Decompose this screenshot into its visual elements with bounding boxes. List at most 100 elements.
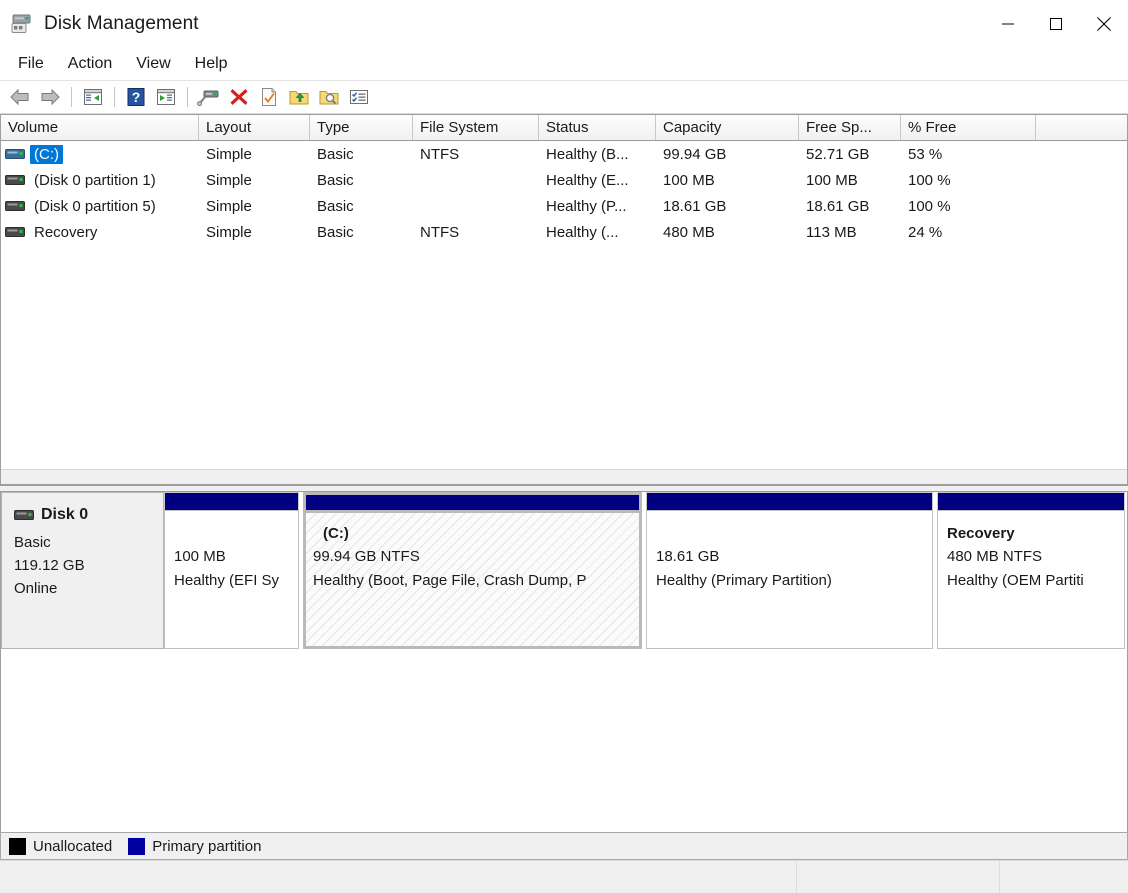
partition-name-spacer [174,522,289,545]
column-header-volume[interactable]: Volume [1,115,199,140]
table-row[interactable]: (Disk 0 partition 1) Simple Basic Healthy (… [1,167,1127,193]
column-header-file-system[interactable]: File System [413,115,539,140]
rescan-disks-icon[interactable] [195,83,223,111]
disk-management-window: Disk Management File Action View Help ? … [0,0,1128,893]
drive-icon [5,200,25,213]
partition-name-spacer [656,522,923,545]
back-icon[interactable] [6,83,34,111]
toolbar-separator-3 [187,87,188,107]
disk-title: Disk 0 [14,503,151,528]
partition-size: 480 MB NTFS [947,548,1043,566]
partition-size: 99.94 GB NTFS [313,548,420,566]
cell-type: Basic [317,171,354,189]
window-controls [984,0,1128,48]
checklist-icon[interactable] [345,83,373,111]
cell-percent-free: 100 % [908,197,951,215]
help-icon[interactable]: ? [122,83,150,111]
volume-list-header: Volume Layout Type File System Status Capacit… [1,115,1127,141]
partition-details: (C:) 99.94 GB NTFS Healthy (Boot, Page Fil… [303,510,642,649]
delete-icon[interactable] [225,83,253,111]
minimize-button[interactable] [984,0,1032,48]
partition-block[interactable]: Recovery 480 MB NTFS Healthy (OEM Partiti [937,492,1125,649]
cell-type: Basic [317,223,354,241]
volume-list-hscrollbar[interactable] [1,469,1127,484]
disk-drive-icon [10,12,34,36]
menu-item-file[interactable]: File [6,52,56,76]
column-header-free-sp[interactable]: Free Sp... [799,115,901,140]
legend-item: Primary partition [128,837,262,855]
legend-label: Primary partition [152,837,262,855]
disk-type: Basic [14,533,51,551]
partition-size: 18.61 GB [656,548,720,566]
search-folder-icon[interactable] [315,83,343,111]
svg-text:?: ? [132,89,141,105]
partition-details: 18.61 GB Healthy (Primary Partition) [646,510,933,649]
properties-icon[interactable] [255,83,283,111]
cell-volume: (Disk 0 partition 1) [1,171,199,190]
partition-block[interactable]: 100 MB Healthy (EFI Sy [164,492,299,649]
cell-percent-free: 53 % [908,145,943,163]
cell-percent-free: 100 % [908,171,951,189]
close-button[interactable] [1080,0,1128,48]
menu-item-help[interactable]: Help [183,52,240,76]
cell-layout: Simple [206,145,252,163]
volume-list-pane: Volume Layout Type File System Status Capacit… [0,114,1128,485]
partition-block[interactable]: (C:) 99.94 GB NTFS Healthy (Boot, Page Fil… [303,492,642,649]
maximize-button[interactable] [1032,0,1080,48]
column-header-capacity[interactable]: Capacity [656,115,799,140]
column-header-free[interactable]: % Free [901,115,1036,140]
column-header-status[interactable]: Status [539,115,656,140]
volume-label: (Disk 0 partition 5) [34,197,156,215]
disk-icon [14,509,34,522]
graphic-view-pane: Disk 0 Basic 119.12 GB Online 100 MB Heal… [0,492,1128,832]
table-row[interactable]: (C:) Simple Basic NTFS Healthy (B... 99.94 GB… [1,141,1127,167]
table-row[interactable]: (Disk 0 partition 5) Simple Basic Healthy (… [1,193,1127,219]
volume-label: (C:) [30,144,63,164]
menu-item-view[interactable]: View [124,52,182,76]
status-pane-1 [0,861,797,893]
menu-bar: File Action View Help [0,48,1128,81]
status-pane-2 [797,861,1000,893]
table-row[interactable]: Recovery Simple Basic NTFS Healthy (... 480 M… [1,219,1127,245]
export-list-icon[interactable] [285,83,313,111]
partition-size: 100 MB [174,548,226,566]
show-action-pane-icon[interactable] [152,83,180,111]
disk-info-panel[interactable]: Disk 0 Basic 119.12 GB Online [1,492,164,649]
partition-details: 100 MB Healthy (EFI Sy [164,510,299,649]
pane-splitter[interactable] [0,485,1128,492]
drive-icon-selected [5,148,25,161]
cell-volume: (Disk 0 partition 5) [1,197,199,216]
partition-block[interactable]: 18.61 GB Healthy (Primary Partition) [646,492,933,649]
status-bar [0,860,1128,893]
partition-color-bar [164,492,299,510]
cell-layout: Simple [206,223,252,241]
partition-color-bar [937,492,1125,510]
show-hide-tree-icon[interactable] [79,83,107,111]
column-header-layout[interactable]: Layout [199,115,310,140]
partition-name: (C:) [323,525,349,542]
cell-type: Basic [317,145,354,163]
legend-swatch [9,837,26,855]
volume-list-rows: (C:) Simple Basic NTFS Healthy (B... 99.94 GB… [1,141,1127,469]
cell-layout: Simple [206,197,252,215]
partition-status: Healthy (EFI Sy [174,571,280,589]
drive-icon [5,226,25,239]
column-header-blank[interactable] [1036,115,1127,140]
partition-strip: 100 MB Healthy (EFI Sy (C:) 99.94 GB NTFS He… [164,492,1127,649]
menu-item-action[interactable]: Action [56,52,124,76]
cell-layout: Simple [206,171,252,189]
toolbar-separator-2 [114,87,115,107]
toolbar-separator-1 [71,87,72,107]
partition-color-bar [303,492,642,510]
cell-free-space: 18.61 GB [806,197,870,215]
volume-label: (Disk 0 partition 1) [34,171,156,189]
volume-label: Recovery [34,223,98,241]
cell-free-space: 113 MB [806,223,857,241]
disk-row-disk0: Disk 0 Basic 119.12 GB Online 100 MB Heal… [1,492,1127,649]
column-header-type[interactable]: Type [310,115,413,140]
disk-state: Online [14,580,58,598]
forward-icon[interactable] [36,83,64,111]
disk-size: 119.12 GB [14,557,85,575]
partition-status: Healthy (Primary Partition) [656,571,832,589]
partition-status: Healthy (OEM Partiti [947,571,1084,589]
